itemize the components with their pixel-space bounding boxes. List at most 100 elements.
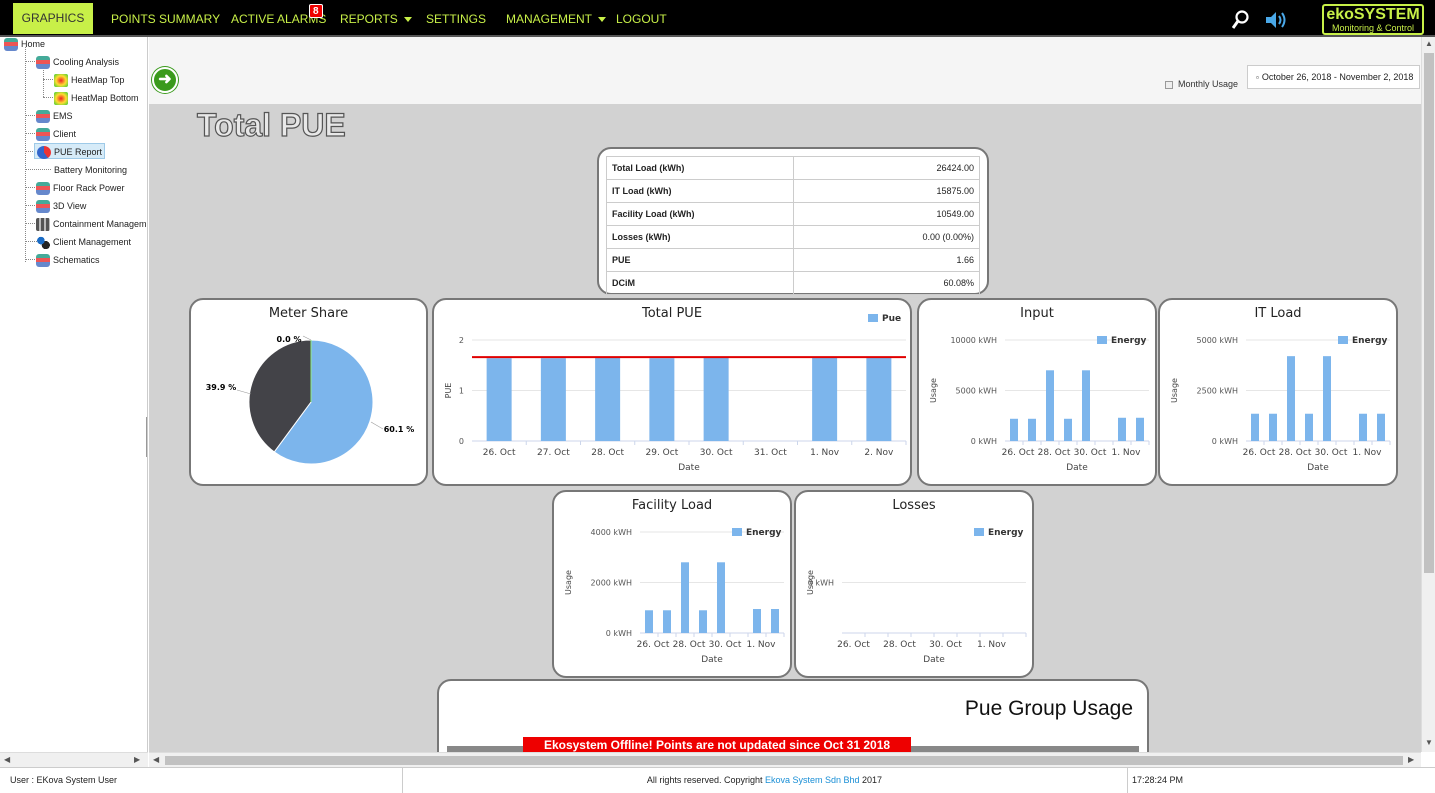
nav-settings[interactable]: SETTINGS [426,4,486,35]
tree-floor-rack-power[interactable]: Floor Rack Power [36,180,125,196]
bar[interactable] [717,562,725,633]
bar[interactable] [771,609,779,633]
legend-swatch[interactable] [974,528,984,536]
chart-title: Meter Share [268,306,349,321]
bar[interactable] [540,358,566,441]
legend-label[interactable]: Energy [1352,336,1388,346]
scroll-right-icon[interactable]: ▶ [134,754,140,766]
legend-label[interactable]: Energy [988,528,1024,538]
main-toolbar: ➜ Monthly Usage ▫ October 26, 2018 - Nove… [149,37,1421,104]
bar[interactable] [649,358,675,441]
y-tick-label: 0 kWH [606,629,632,638]
nav-points-summary[interactable]: POINTS SUMMARY [111,4,220,35]
tree-sidebar: Home Cooling Analysis HeatMap Top HeatMa… [0,37,148,752]
legend-label[interactable]: Pue [882,314,901,324]
legend-label[interactable]: Energy [1111,336,1147,346]
bar[interactable] [1269,413,1277,441]
tree-schematics[interactable]: Schematics [36,252,100,268]
losses-chart: 0 kWH26. Oct 28. Oct 30. Oct 1. NovDateUsag… [806,528,1027,665]
main-horizontal-scrollbar[interactable]: ◀ ▶ [149,752,1421,767]
speaker-icon[interactable] [1265,11,1287,29]
bar[interactable] [1118,417,1126,441]
bar[interactable] [1028,418,1036,441]
legend-label[interactable]: Energy [746,528,782,538]
nav-management[interactable]: MANAGEMENT [506,4,607,35]
tree-3d-view[interactable]: 3D View [36,198,86,214]
bar[interactable] [1287,356,1295,441]
alarm-count-badge[interactable]: 8 [309,4,323,18]
scroll-right-icon[interactable]: ▶ [1408,754,1414,766]
calendar-icon: ▫ [1256,73,1259,82]
bar[interactable] [1064,418,1072,441]
tree-heatmap-bottom[interactable]: HeatMap Bottom [54,90,139,106]
nav-logout[interactable]: LOGOUT [616,4,667,35]
y-axis-label: PUE [444,383,453,399]
bar[interactable] [1377,413,1385,441]
bar[interactable] [812,357,838,441]
company-link[interactable]: Ekova System Sdn Bhd [765,775,860,785]
x-tick-label: 29. Oct [646,448,679,458]
nav-graphics[interactable]: GRAPHICS [13,3,93,34]
bar[interactable] [663,610,671,633]
back-button[interactable]: ➜ [152,67,178,93]
legend-swatch[interactable] [868,314,878,322]
bar[interactable] [681,562,689,633]
monthly-usage-checkbox[interactable] [1165,80,1173,89]
tree-containment-management[interactable]: Containment Managem [36,216,147,232]
search-icon[interactable] [1232,10,1250,30]
y-axis-label: Usage [564,570,573,595]
layers-icon [4,38,18,52]
tree-pue-report[interactable]: PUE Report [34,143,106,160]
summary-key: IT Load (kWh) [606,179,794,203]
bar[interactable] [866,357,892,441]
bar[interactable] [1046,370,1054,441]
y-tick-label: 2000 kWH [591,579,632,588]
bar[interactable] [699,610,707,633]
x-tick-label: 30. Oct [1315,448,1348,458]
bar[interactable] [1136,417,1144,441]
scroll-left-icon[interactable]: ◀ [4,754,10,766]
tree-client[interactable]: Client [36,126,76,142]
scroll-down-icon[interactable]: ▼ [1425,737,1433,749]
sidebar-splitter[interactable] [146,417,147,457]
date-range-picker[interactable]: ▫ October 26, 2018 - November 2, 2018 [1247,65,1420,89]
x-tick-label: 1. Nov [746,640,776,650]
tree-heatmap-top[interactable]: HeatMap Top [54,72,124,88]
bar[interactable] [1305,413,1313,441]
sidebar-horizontal-scrollbar[interactable]: ◀ ▶ [0,752,148,767]
summary-row: DCiM 60.08% [606,271,980,295]
bar[interactable] [1323,356,1331,441]
offline-banner: Ekosystem Offline! Points are not update… [523,737,911,752]
monthly-usage-toggle[interactable]: Monthly Usage [1165,79,1238,89]
nav-reports[interactable]: REPORTS [340,4,412,35]
bar[interactable] [645,610,653,633]
scroll-up-icon[interactable]: ▲ [1425,38,1433,50]
tree-client-management[interactable]: Client Management [36,234,131,250]
bar[interactable] [1359,413,1367,441]
x-tick-label: 27. Oct [537,448,570,458]
bar[interactable] [703,357,729,441]
bar[interactable] [595,357,621,441]
scroll-thumb[interactable] [1424,53,1434,573]
bar[interactable] [1251,413,1259,441]
main-vertical-scrollbar[interactable]: ▲ ▼ [1421,37,1435,752]
y-axis-label: Usage [929,378,938,403]
summary-key: PUE [606,248,794,272]
summary-value: 15875.00 [793,179,980,203]
tree-cooling-analysis[interactable]: Cooling Analysis [36,54,119,70]
x-tick-label: 26. Oct [637,640,670,650]
bar[interactable] [753,609,761,633]
legend-swatch[interactable] [1097,336,1107,344]
bar[interactable] [1010,418,1018,441]
scroll-left-icon[interactable]: ◀ [153,754,159,766]
server-icon [36,218,50,232]
bar[interactable] [486,358,512,441]
tree-ems[interactable]: EMS [36,108,73,124]
scroll-thumb[interactable] [165,756,1403,765]
legend-swatch[interactable] [1338,336,1348,344]
tree-battery-monitoring[interactable]: Battery Monitoring [54,162,127,178]
tree-home[interactable]: Home [4,37,45,52]
y-tick-label: 5000 kWH [956,387,997,396]
legend-swatch[interactable] [732,528,742,536]
bar[interactable] [1082,370,1090,441]
